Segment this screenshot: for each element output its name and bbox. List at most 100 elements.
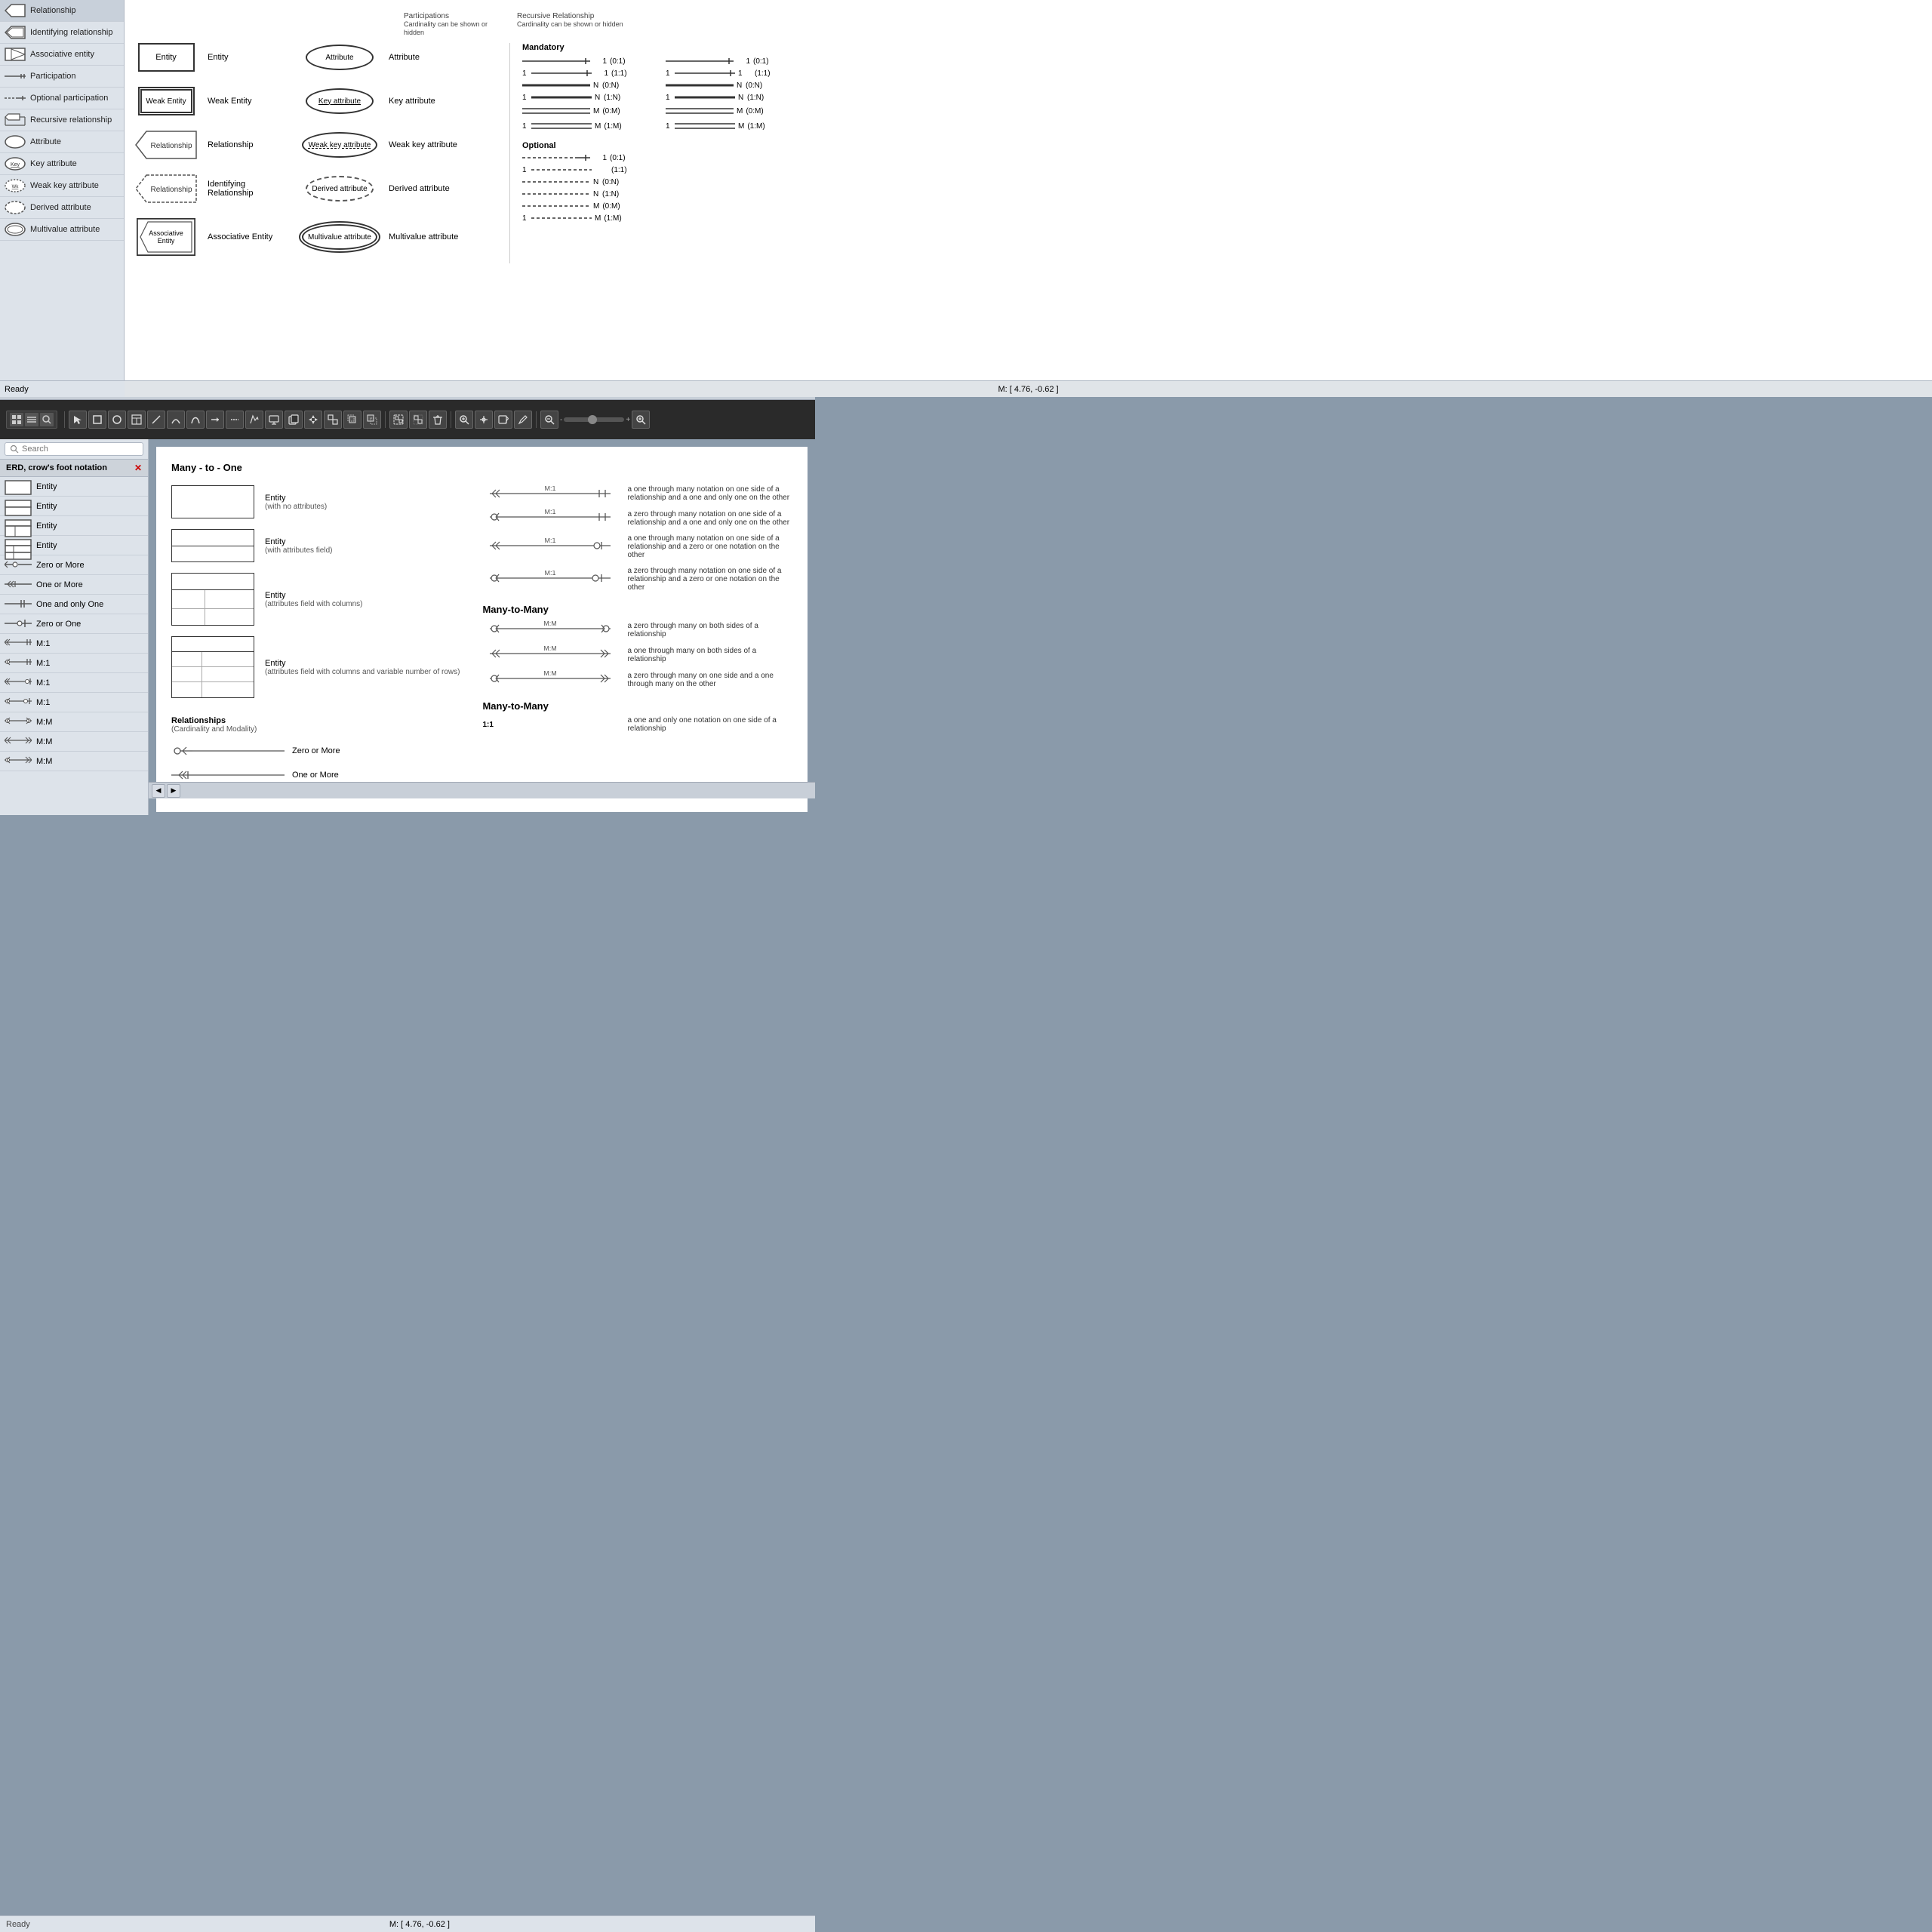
bottom-canvas: Many - to - One Entity (with no attribut… (149, 439, 815, 815)
line-tool-btn[interactable] (147, 411, 165, 429)
crow-item-mm-a[interactable]: M:M (0, 712, 148, 732)
arrange-tool-btn[interactable] (324, 411, 342, 429)
sidebar-item-weak-key-attribute-label: Weak key attribute (30, 181, 99, 190)
one-one-label: 1:1 (482, 721, 493, 729)
crow-item-m1-b[interactable]: M:1 (0, 654, 148, 673)
entity-with-attr-icon (5, 500, 32, 513)
mm-c-label: M:M (36, 757, 52, 766)
m1-desc-4: a zero through many notation on one side… (627, 567, 792, 592)
sidebar-item-weak-key-attribute[interactable]: Wk Weak key attribute (0, 175, 124, 197)
table-tool-btn[interactable] (128, 411, 146, 429)
curve-tool-btn[interactable] (167, 411, 185, 429)
pan-btn[interactable] (475, 411, 493, 429)
crow-item-entity-with-attr[interactable]: Entity (0, 497, 148, 516)
crow-item-entity-simple[interactable]: Entity (0, 477, 148, 497)
entity-columns-demo-label: Entity (265, 591, 363, 600)
process-tool-btn[interactable] (245, 411, 263, 429)
many-to-many-title: Many-to-Many (482, 604, 792, 615)
attribute-label: Attribute (389, 53, 420, 62)
copy-tool-btn[interactable] (285, 411, 303, 429)
associative-entity-icon (5, 46, 26, 63)
crow-item-m1-d[interactable]: M:1 (0, 693, 148, 712)
one-one-desc: a one and only one notation on one side … (627, 716, 792, 733)
one-or-more-demo (171, 768, 285, 782)
sidebar-item-derived-attribute-label: Derived attribute (30, 203, 91, 212)
search-view-btn[interactable] (40, 413, 54, 426)
search-input[interactable] (22, 445, 138, 454)
zoom-in-btn[interactable] (455, 411, 473, 429)
entity-with-columns-icon (5, 519, 32, 533)
crow-item-mm-b[interactable]: M:M (0, 732, 148, 752)
select-tool-btn[interactable] (69, 411, 87, 429)
display-tool-btn[interactable] (265, 411, 283, 429)
zero-or-more-demo-label: Zero or More (292, 746, 340, 755)
m1-a-icon (5, 637, 32, 651)
zoom-slider-thumb[interactable] (588, 415, 597, 424)
entity-attr-demo (171, 529, 254, 562)
relationship-label: Relationship (208, 140, 291, 149)
list-view-btn[interactable] (25, 413, 38, 426)
sidebar-item-derived-attribute[interactable]: Derived attribute (0, 197, 124, 219)
ellipse-tool-btn[interactable] (108, 411, 126, 429)
crow-entity-attr-label: Entity (36, 502, 57, 511)
mm-desc-2: a one through many on both sides of a re… (627, 647, 792, 663)
weak-key-attribute-icon: Wk (5, 177, 26, 194)
mm-b-icon (5, 735, 32, 749)
optional-participation-icon (5, 90, 26, 106)
group-btn[interactable] (389, 411, 408, 429)
annotate-btn[interactable] (494, 411, 512, 429)
bezier-tool-btn[interactable] (186, 411, 205, 429)
delete-btn[interactable] (429, 411, 447, 429)
search-icon (10, 445, 19, 454)
rect-tool-btn[interactable] (88, 411, 106, 429)
sidebar-item-attribute[interactable]: Attribute (0, 131, 124, 153)
derived-attribute-label: Derived attribute (389, 184, 450, 193)
crow-item-zero-or-more[interactable]: Zero or More (0, 555, 148, 575)
flow-tool-btn[interactable] (226, 411, 244, 429)
crow-item-one-or-more[interactable]: One or More (0, 575, 148, 595)
crow-item-mm-c[interactable]: M:M (0, 752, 148, 771)
sidebar-item-optional-participation[interactable]: Optional participation (0, 88, 124, 109)
top-status-left: Ready (0, 380, 125, 397)
sidebar-item-identifying-relationship[interactable]: Identifying relationship (0, 22, 124, 44)
sidebar-item-associative-entity[interactable]: Associative entity (0, 44, 124, 66)
sidebar-item-key-attribute[interactable]: Key Key attribute (0, 153, 124, 175)
close-section-btn[interactable]: ✕ (134, 463, 142, 473)
back-tool-btn[interactable] (363, 411, 381, 429)
zero-or-one-label: Zero or One (36, 620, 81, 629)
bottom-next-btn[interactable]: ▶ (167, 784, 180, 798)
sidebar-item-multivalue-attribute[interactable]: Multivalue attribute (0, 219, 124, 241)
crow-entity-simple-label: Entity (36, 482, 57, 491)
crow-item-zero-or-one[interactable]: Zero or One (0, 614, 148, 634)
multivalue-attribute-icon (5, 221, 26, 238)
grid-view-btn[interactable] (10, 413, 23, 426)
crow-item-m1-a[interactable]: M:1 (0, 634, 148, 654)
crow-item-entity-variable[interactable]: Entity (0, 536, 148, 555)
sidebar-item-recursive-relationship[interactable]: Recursive relationship (0, 109, 124, 131)
zoom-reset-btn[interactable] (632, 411, 650, 429)
pen-btn[interactable] (514, 411, 532, 429)
sidebar-item-participation[interactable]: Participation (0, 66, 124, 88)
crow-item-entity-with-columns[interactable]: Entity (0, 516, 148, 536)
top-sidebar: Relationship Identifying relationship As… (0, 0, 125, 408)
crow-item-one-and-only-one[interactable]: One and only One (0, 595, 148, 614)
zoom-out-btn[interactable] (540, 411, 558, 429)
section-header[interactable]: ERD, crow's foot notation ✕ (0, 460, 148, 477)
top-status-right: M: [ 4.76, -0.62 ] (125, 380, 1932, 397)
canvas-inner: Many - to - One Entity (with no attribut… (156, 447, 808, 812)
front-tool-btn[interactable] (343, 411, 361, 429)
bottom-prev-btn[interactable]: ◀ (152, 784, 165, 798)
sidebar-item-relationship-label: Relationship (30, 6, 76, 15)
derived-attribute-icon (5, 199, 26, 216)
mm-notation-2: M:M (482, 646, 618, 661)
move-tool-btn[interactable] (304, 411, 322, 429)
ungroup-btn[interactable] (409, 411, 427, 429)
connect-tool-btn[interactable] (206, 411, 224, 429)
weak-key-attr-shape: Weak key attribute (302, 132, 377, 158)
svg-text:M:1: M:1 (545, 509, 556, 515)
sidebar-item-relationship[interactable]: Relationship (0, 0, 124, 22)
status-text: Ready (6, 1920, 30, 1929)
search-bar[interactable] (5, 442, 143, 456)
crow-item-m1-c[interactable]: M:1 (0, 673, 148, 693)
entity-columns-sublabel: (attributes field with columns) (265, 600, 363, 608)
